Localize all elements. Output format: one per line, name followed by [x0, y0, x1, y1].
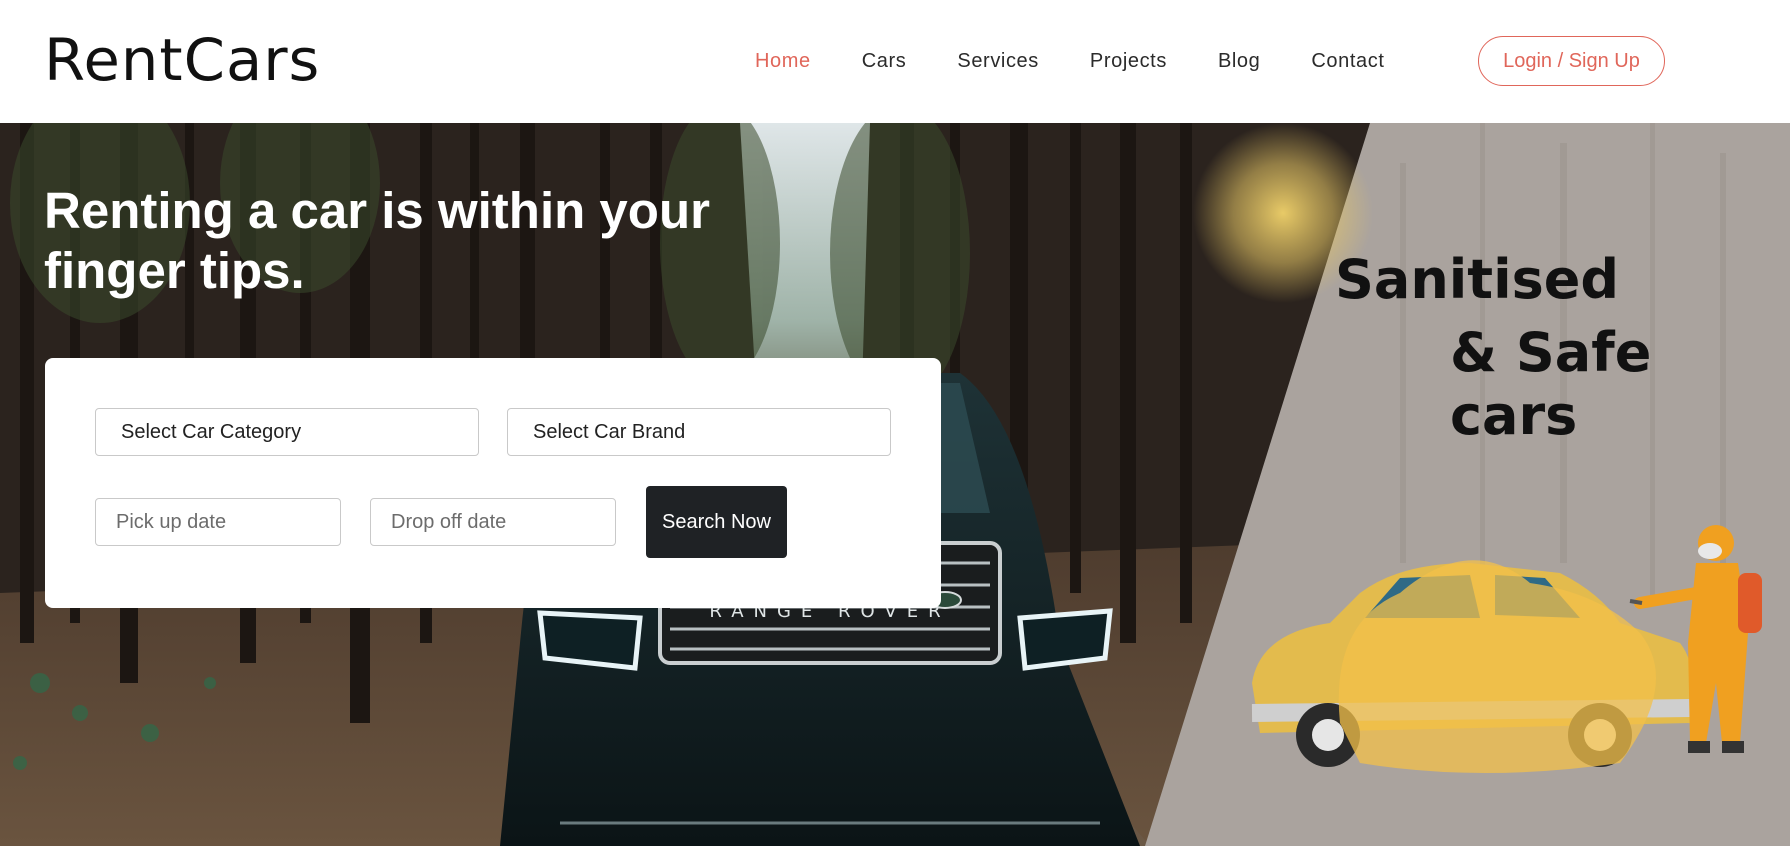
- search-card: Select Car Category Select Car Brand Pic…: [45, 358, 941, 608]
- hero-title: Renting a car is within your finger tips…: [44, 181, 764, 301]
- dropoff-date-input[interactable]: Drop off date: [370, 498, 616, 546]
- nav-home[interactable]: Home: [755, 50, 811, 73]
- car-brand-select[interactable]: Select Car Brand: [507, 408, 891, 456]
- nav-contact[interactable]: Contact: [1311, 50, 1384, 73]
- hero-section: RANGE ROVER Renting a car is within your…: [0, 123, 1790, 846]
- login-signup-button[interactable]: Login / Sign Up: [1478, 36, 1665, 86]
- hero-title-bold: Renting a car: [44, 182, 368, 239]
- car-category-select[interactable]: Select Car Category: [95, 408, 479, 456]
- nav-services[interactable]: Services: [957, 50, 1039, 73]
- promo-line-2: & Safe cars: [1450, 321, 1652, 447]
- nav-cars[interactable]: Cars: [862, 50, 907, 73]
- search-now-button[interactable]: Search Now: [646, 486, 787, 558]
- nav-blog[interactable]: Blog: [1218, 50, 1260, 73]
- nav-projects[interactable]: Projects: [1090, 50, 1167, 73]
- site-logo[interactable]: RentCars: [44, 20, 320, 100]
- promo-line-1: Sanitised: [1335, 248, 1620, 311]
- site-header: RentCars Home Cars Services Projects Blo…: [0, 0, 1790, 123]
- pickup-date-input[interactable]: Pick up date: [95, 498, 341, 546]
- main-nav: Home Cars Services Projects Blog Contact: [755, 0, 1436, 123]
